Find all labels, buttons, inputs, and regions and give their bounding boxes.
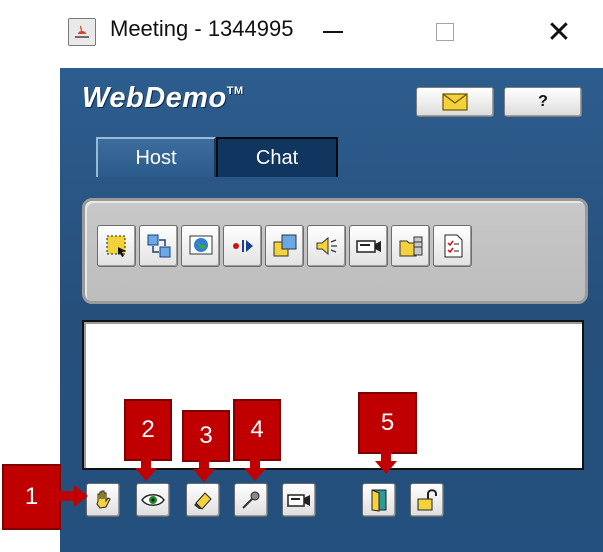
exit-meeting-button[interactable] xyxy=(362,483,396,517)
microphone-icon xyxy=(242,491,260,509)
callout-2: 2 xyxy=(124,399,172,461)
trademark-mark: TM xyxy=(226,85,244,97)
callout-5: 5 xyxy=(358,392,417,454)
minimize-icon xyxy=(323,31,343,33)
envelope-icon xyxy=(442,93,468,111)
files-button[interactable] xyxy=(391,225,430,267)
lock-icon xyxy=(417,489,437,511)
checklist-icon xyxy=(444,234,462,258)
tab-host[interactable]: Host xyxy=(96,137,216,177)
files-icon xyxy=(399,236,422,257)
audio-icon xyxy=(316,236,337,256)
record-icon xyxy=(232,240,253,252)
maximize-icon xyxy=(436,23,454,41)
video-camera-icon xyxy=(355,240,381,253)
callout-5-arrow xyxy=(375,449,397,474)
close-button[interactable]: ✕ xyxy=(534,12,584,52)
eraser-icon xyxy=(194,492,212,510)
callout-2-arrow xyxy=(135,456,157,481)
callout-4-arrow xyxy=(244,456,266,481)
callout-1-arrow xyxy=(56,485,88,507)
lock-button[interactable] xyxy=(410,483,444,517)
host-toolbar xyxy=(82,198,588,304)
callout-3: 3 xyxy=(182,410,230,462)
close-icon: ✕ xyxy=(546,15,572,49)
window-title: Meeting - 1344995 xyxy=(110,16,294,41)
select-region-icon xyxy=(106,235,126,257)
mail-button[interactable] xyxy=(416,87,494,117)
camera-button[interactable] xyxy=(282,483,316,517)
view-button[interactable] xyxy=(136,483,170,517)
eraser-button[interactable] xyxy=(186,483,220,517)
camera-icon xyxy=(287,494,310,507)
windows-button[interactable] xyxy=(265,225,304,267)
maximize-button[interactable] xyxy=(420,12,470,52)
callout-3-arrow xyxy=(193,457,215,482)
share-apps-icon xyxy=(147,234,170,258)
eye-icon xyxy=(141,494,165,506)
java-app-icon[interactable] xyxy=(68,18,96,46)
share-apps-button[interactable] xyxy=(139,225,178,267)
callout-1: 1 xyxy=(2,464,61,530)
help-button[interactable]: ? xyxy=(504,87,582,117)
select-region-button[interactable] xyxy=(97,225,136,267)
raise-hand-button[interactable] xyxy=(86,483,120,517)
windows-icon xyxy=(273,234,296,257)
callout-4: 4 xyxy=(233,399,281,461)
logo-text: WebDemo xyxy=(82,82,227,114)
title-bar: Meeting - 1344995 ✕ xyxy=(60,0,603,68)
web-browser-button[interactable] xyxy=(181,225,220,267)
audio-button[interactable] xyxy=(307,225,346,267)
minimize-button[interactable] xyxy=(308,12,358,52)
web-browser-icon xyxy=(189,235,212,255)
webdemo-logo: WebDemoTM xyxy=(82,82,244,115)
checklist-button[interactable] xyxy=(433,225,472,267)
tab-chat[interactable]: Chat xyxy=(216,137,338,177)
raise-hand-icon xyxy=(96,490,111,509)
record-button[interactable] xyxy=(223,225,262,267)
exit-door-icon xyxy=(371,489,387,512)
video-button[interactable] xyxy=(349,225,388,267)
microphone-button[interactable] xyxy=(234,483,268,517)
